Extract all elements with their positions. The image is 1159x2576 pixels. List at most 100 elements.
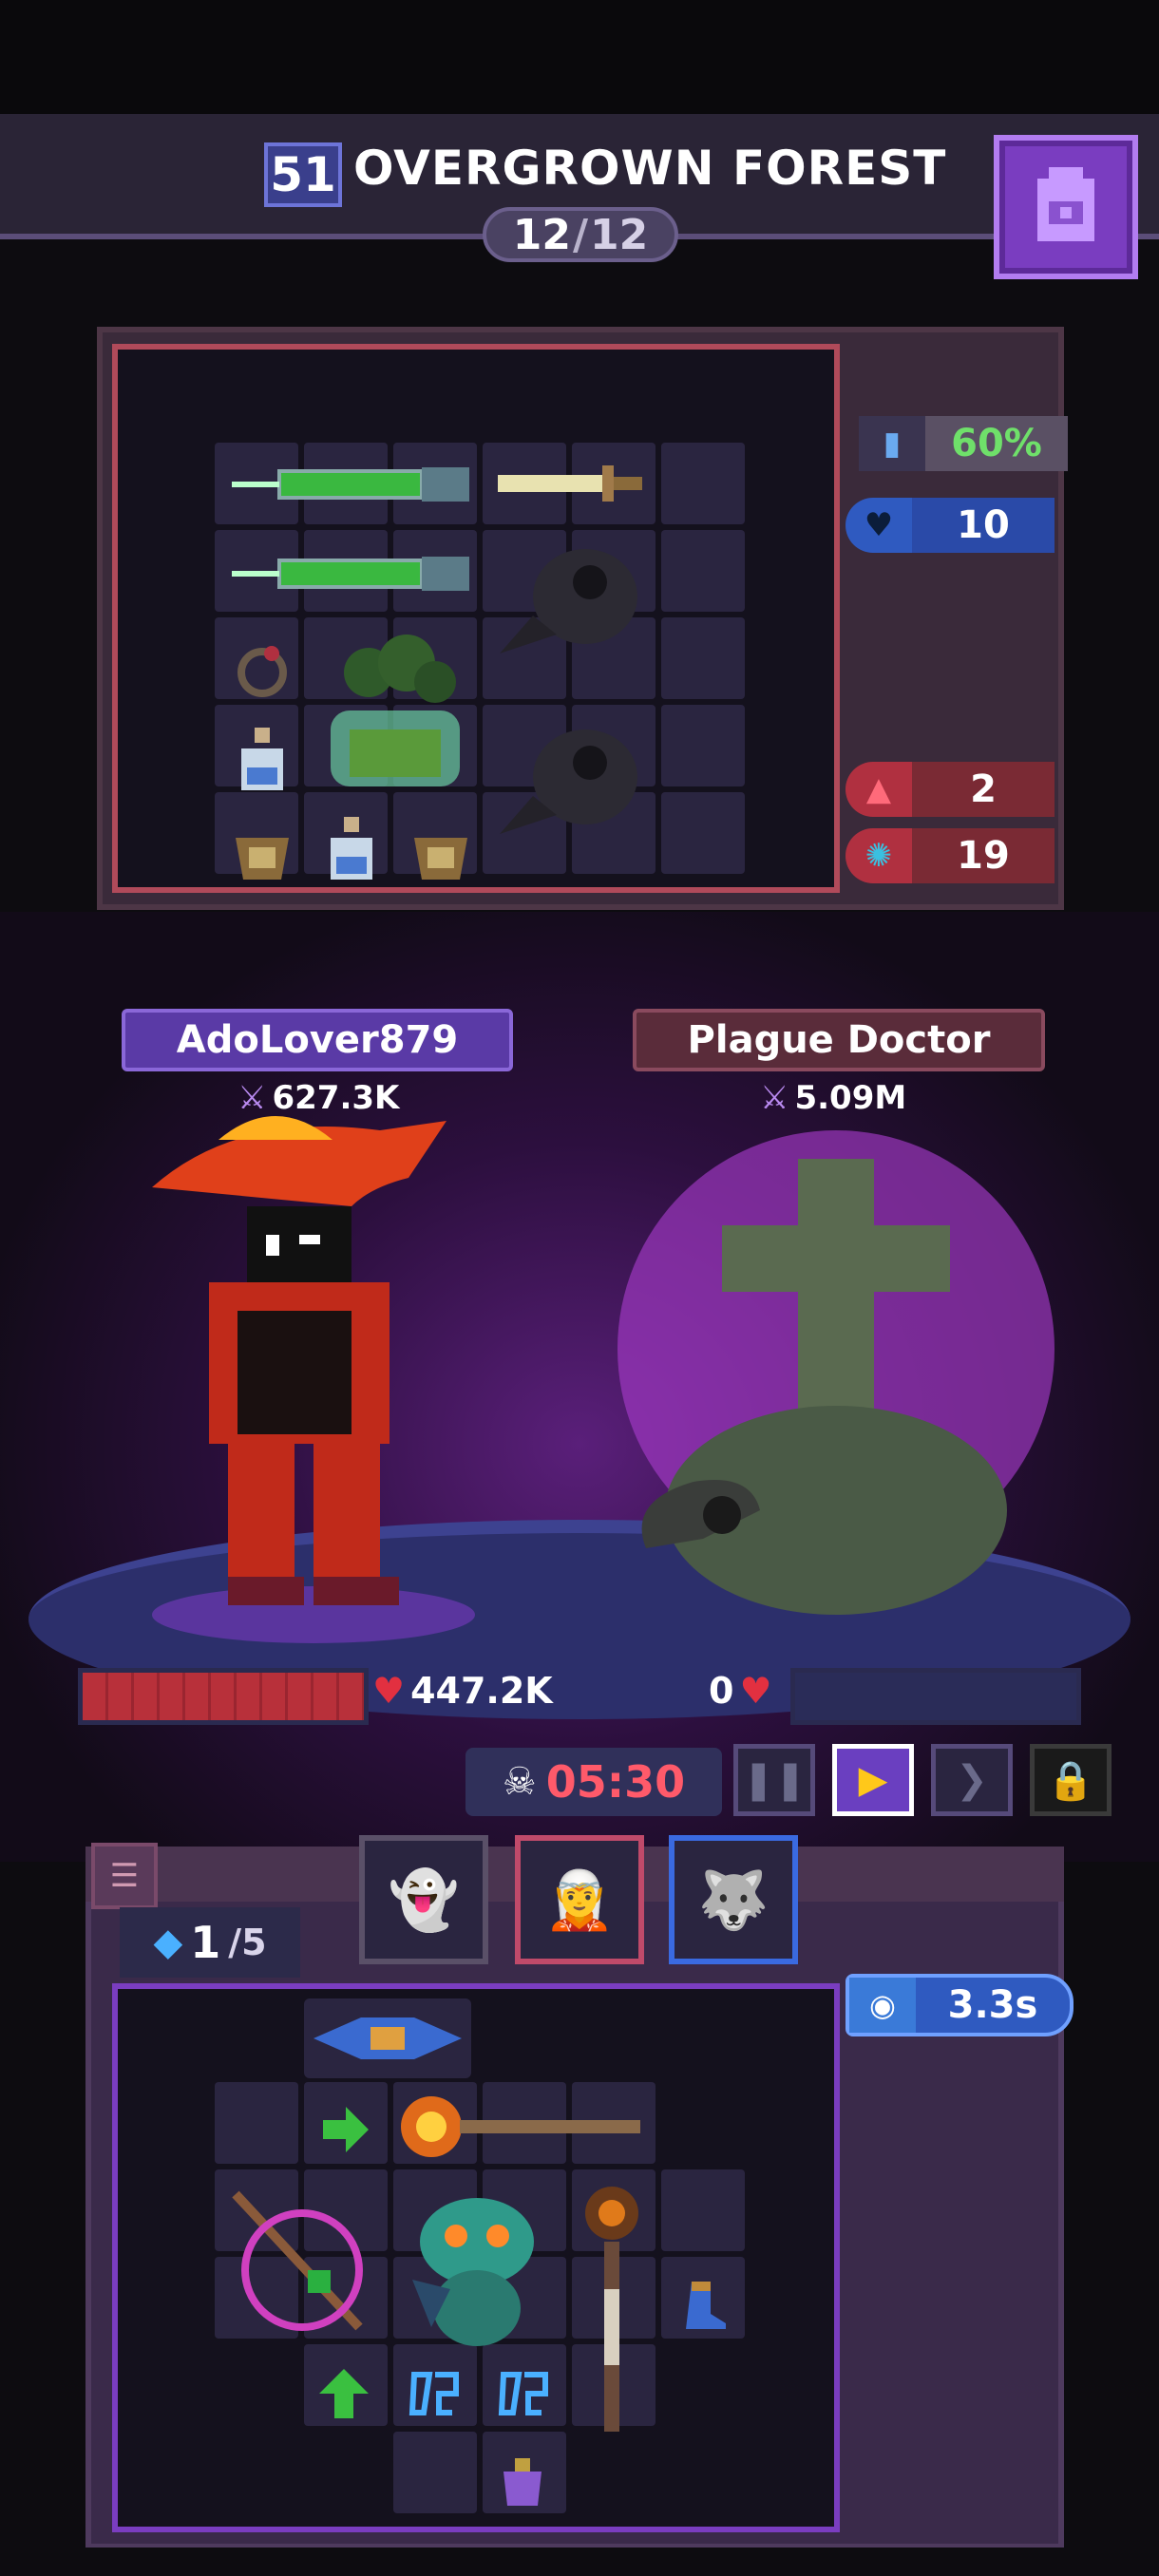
enemy-hp: 0 ♥ (709, 1670, 772, 1712)
enemy-gear-stat: ✺ 19 (846, 828, 1054, 883)
green-arrow-up-icon[interactable] (304, 2354, 384, 2434)
wave-counter: 12/12 (483, 207, 678, 262)
plant-jar-icon (312, 625, 479, 796)
gem-icon: ◆ (153, 1921, 183, 1964)
player-hp-value: 447.2K (410, 1670, 553, 1712)
blue-rune-icon[interactable] (393, 2354, 473, 2434)
inventory-slot[interactable] (661, 2082, 745, 2164)
player-hp-fill (83, 1673, 364, 1720)
player-name: AdoLover879 (176, 1018, 459, 1062)
inventory-slot[interactable] (661, 2169, 745, 2251)
herb-pouch-icon (222, 809, 302, 889)
enemy-power: ⚔ 5.09M (760, 1079, 906, 1117)
inventory-slot (661, 443, 745, 524)
gems-current: 1 (190, 1917, 221, 1968)
fire-icon: ▲ (846, 762, 912, 817)
lock-icon: 🔒 (1047, 1758, 1094, 1803)
play-button[interactable]: ▶ (832, 1744, 914, 1816)
gems-max: /5 (228, 1922, 267, 1963)
speed-value: 60% (925, 416, 1068, 471)
inventory-slot[interactable] (215, 2082, 298, 2164)
fire-staff-icon[interactable] (393, 2084, 650, 2169)
baby-dragon-icon[interactable] (393, 2175, 560, 2356)
menu-button[interactable]: ☰ (91, 1843, 158, 1909)
lock-button[interactable]: 🔒 (1030, 1744, 1112, 1816)
heart-icon: ♥ (739, 1670, 772, 1712)
ghost-cat-portrait: 👻 (388, 1866, 460, 1934)
potion-bottle-icon (312, 809, 391, 889)
enemy-power-value: 5.09M (794, 1079, 907, 1117)
gem-counter: ◆ 1/5 (120, 1907, 300, 1978)
inventory-slot[interactable] (661, 2344, 745, 2426)
enemy-name: Plague Doctor (687, 1018, 991, 1062)
pause-button[interactable]: ❚❚ (733, 1744, 815, 1816)
ring-icon (222, 629, 302, 709)
cooldown-badge: ◉ 3.3s (846, 1974, 1074, 2036)
enemy-nameplate: Plague Doctor (633, 1009, 1045, 1071)
player-character (152, 1116, 475, 1643)
inventory-slot[interactable] (393, 2432, 477, 2513)
level-number: 51 (270, 147, 336, 202)
potion-bottle-icon (222, 720, 302, 800)
wooden-staff-icon[interactable] (572, 2175, 652, 2441)
inventory-slot (661, 530, 745, 612)
enemy-hp-value: 0 (709, 1670, 734, 1712)
gear-value: 19 (912, 828, 1054, 883)
stage-title: OVERGROWN FOREST (353, 141, 947, 196)
team-portrait-2[interactable]: 🧝 (515, 1835, 644, 1964)
battle-timer: ☠ 05:30 (466, 1748, 722, 1816)
blue-boot-icon[interactable] (661, 2264, 741, 2344)
skull-icon: ☠ (502, 1760, 537, 1804)
syringe-icon (222, 458, 479, 511)
fast-forward-button[interactable]: ❯ (931, 1744, 1013, 1816)
blue-girl-portrait: 🧝 (543, 1866, 616, 1934)
cooldown-value: 3.3s (947, 1983, 1038, 2027)
wolf-portrait: 🐺 (697, 1866, 770, 1934)
gear-icon: ✺ (846, 828, 912, 883)
list-icon: ☰ (109, 1857, 140, 1895)
fast-forward-icon: ❯ (956, 1758, 988, 1802)
winged-shield-icon[interactable] (304, 1998, 471, 2078)
inventory-slot[interactable] (661, 2432, 745, 2513)
level-badge: 51 (264, 142, 342, 207)
inventory-slot[interactable] (304, 2432, 388, 2513)
player-hp-bar (78, 1668, 369, 1725)
enemy-armor-stat: ♥ 10 (846, 498, 1054, 553)
scythe-icon[interactable] (217, 2175, 384, 2356)
enemy-hp-bar (790, 1668, 1081, 1725)
timer-value: 05:30 (545, 1756, 686, 1808)
sword-icon: ⚔ (760, 1079, 789, 1117)
purple-pouch-icon[interactable] (483, 2441, 562, 2521)
enemy-burn-stat: ▲ 2 (846, 762, 1054, 817)
team-portrait-3[interactable]: 🐺 (669, 1835, 798, 1964)
pause-icon: ❚❚ (742, 1758, 807, 1802)
inventory-slot[interactable] (215, 2432, 298, 2513)
green-arrow-right-icon[interactable] (304, 2090, 384, 2169)
backpack-button[interactable] (994, 135, 1138, 279)
dagger-icon (488, 454, 650, 511)
enemy-speed-stat: ▮ 60% (859, 416, 1068, 471)
inventory-slot (661, 705, 745, 786)
inventory-slot[interactable] (215, 2344, 298, 2426)
wave-total: 12 (590, 210, 649, 259)
team-portrait-1[interactable]: 👻 (359, 1835, 488, 1964)
inventory-slot[interactable] (572, 2432, 656, 2513)
herb-pouch-icon (401, 809, 481, 889)
speed-icon: ▮ (859, 416, 925, 471)
bottom-bar (0, 2548, 1159, 2576)
play-icon: ▶ (858, 1758, 888, 1802)
armor-value: 10 (912, 498, 1054, 553)
syringe-icon (222, 547, 479, 600)
burn-value: 2 (912, 762, 1054, 817)
backpack-icon (1037, 167, 1094, 241)
player-inventory-grid (112, 1983, 840, 2532)
player-nameplate: AdoLover879 (122, 1009, 513, 1071)
inventory-slot (661, 792, 745, 874)
inventory-slot (661, 617, 745, 699)
player-hp: ♥ 447.2K (372, 1670, 553, 1712)
blue-rune-icon[interactable] (483, 2354, 562, 2434)
wave-current: 12 (512, 210, 571, 259)
plague-mask-icon (490, 710, 652, 853)
heart-icon: ♥ (372, 1670, 406, 1712)
plague-mask-icon (490, 530, 652, 672)
